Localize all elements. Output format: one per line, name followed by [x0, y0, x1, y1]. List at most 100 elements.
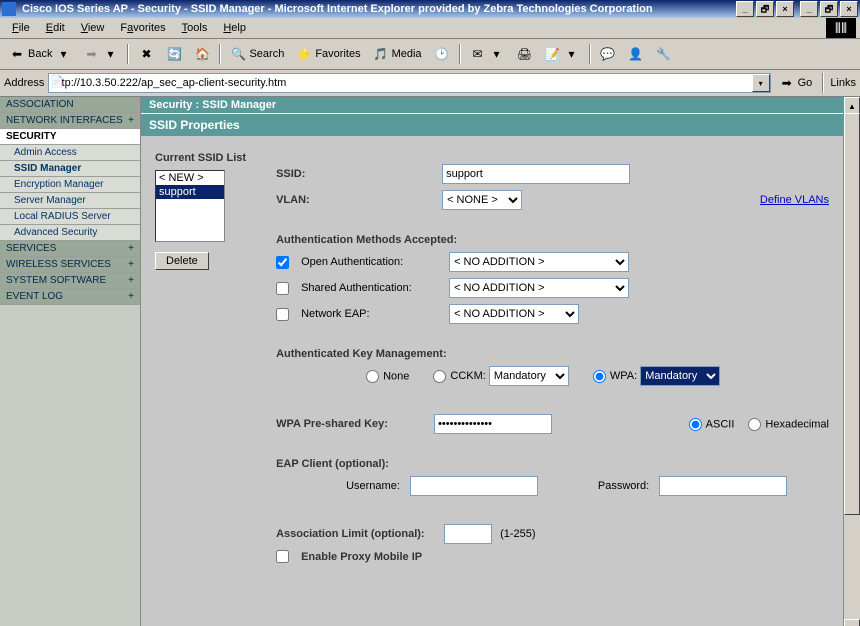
ascii-radio[interactable]: [689, 418, 702, 431]
sidebar-item-network-interfaces[interactable]: NETWORK INTERFACES +: [0, 113, 140, 129]
menu-file[interactable]: File: [4, 20, 38, 36]
ssid-input[interactable]: [442, 164, 630, 184]
restore-button[interactable]: 🗗: [756, 1, 774, 17]
main-content: Security : SSID Manager SSID Properties …: [141, 97, 843, 626]
restore-button-2[interactable]: 🗗: [820, 1, 838, 17]
scroll-thumb[interactable]: [844, 113, 860, 515]
akm-none-radio[interactable]: [366, 370, 379, 383]
sidebar-item-encryption-manager[interactable]: Encryption Manager: [0, 177, 140, 193]
menu-favorites[interactable]: Favorites: [112, 20, 173, 36]
proxy-mobile-checkbox[interactable]: [276, 550, 289, 563]
username-input[interactable]: [410, 476, 538, 496]
shared-auth-label: Shared Authentication:: [301, 282, 441, 294]
search-icon: 🔍: [230, 46, 246, 62]
akm-cckm-radio[interactable]: [433, 370, 446, 383]
define-vlans-link[interactable]: Define VLANs: [760, 194, 829, 206]
akm-cckm-label: CCKM:: [450, 370, 485, 382]
home-button[interactable]: 🏠: [189, 42, 215, 66]
expand-icon: +: [128, 291, 134, 302]
minimize-button[interactable]: _: [736, 1, 754, 17]
menu-view[interactable]: View: [73, 20, 113, 36]
ssid-listbox[interactable]: < NEW > support: [155, 170, 225, 242]
favorites-button[interactable]: ⭐Favorites: [291, 42, 365, 66]
network-eap-select[interactable]: < NO ADDITION >: [449, 304, 579, 324]
sidebar-item-local-radius[interactable]: Local RADIUS Server: [0, 209, 140, 225]
hex-radio[interactable]: [748, 418, 761, 431]
back-button[interactable]: ⬅Back▾: [4, 42, 76, 66]
go-icon: ➡: [779, 75, 795, 91]
open-auth-select[interactable]: < NO ADDITION >: [449, 252, 629, 272]
sidebar-item-services[interactable]: SERVICES+: [0, 241, 140, 257]
sidebar-item-label: Server Manager: [14, 195, 86, 206]
network-eap-label: Network EAP:: [301, 308, 441, 320]
sidebar: ASSOCIATION NETWORK INTERFACES + SECURITY…: [0, 97, 141, 626]
vertical-scrollbar[interactable]: ▲ ▼: [843, 97, 860, 626]
shared-auth-checkbox[interactable]: [276, 282, 289, 295]
history-button[interactable]: 🕑: [429, 42, 455, 66]
stop-button[interactable]: ✖: [133, 42, 159, 66]
sidebar-item-wireless-services[interactable]: WIRELESS SERVICES+: [0, 257, 140, 273]
menu-tools[interactable]: Tools: [174, 20, 216, 36]
sidebar-item-label: NETWORK INTERFACES: [6, 115, 123, 126]
delete-button[interactable]: Delete: [155, 252, 209, 270]
toolbar: ⬅Back▾ ➡▾ ✖ 🔄 🏠 🔍Search ⭐Favorites 🎵Medi…: [0, 39, 860, 70]
vlan-select[interactable]: < NONE >: [442, 190, 522, 210]
current-ssid-list-label: Current SSID List: [155, 152, 246, 164]
address-dropdown[interactable]: ▾: [752, 74, 770, 92]
mail-button[interactable]: ✉▾: [465, 42, 510, 66]
menu-edit[interactable]: Edit: [38, 20, 73, 36]
messenger-icon: 👤: [628, 46, 644, 62]
network-eap-checkbox[interactable]: [276, 308, 289, 321]
sidebar-item-advanced-security[interactable]: Advanced Security: [0, 225, 140, 241]
sidebar-item-label: Encryption Manager: [14, 179, 104, 190]
messenger-button[interactable]: 👤: [623, 42, 649, 66]
hex-label: Hexadecimal: [765, 418, 829, 430]
sidebar-item-label: EVENT LOG: [6, 291, 63, 302]
discuss-icon: 💬: [600, 46, 616, 62]
open-auth-checkbox[interactable]: [276, 256, 289, 269]
links-label[interactable]: Links: [830, 77, 856, 89]
cckm-select[interactable]: Mandatory: [489, 366, 569, 386]
minimize-button-2[interactable]: _: [800, 1, 818, 17]
window-titlebar: Cisco IOS Series AP - Security - SSID Ma…: [0, 0, 860, 18]
sidebar-item-ssid-manager[interactable]: SSID Manager: [0, 161, 140, 177]
akm-wpa-radio[interactable]: [593, 370, 606, 383]
page-icon: 📄: [50, 75, 64, 89]
sidebar-item-event-log[interactable]: EVENT LOG +: [0, 289, 140, 305]
ssid-list-item-selected[interactable]: support: [156, 185, 224, 199]
vlan-label: VLAN:: [276, 194, 336, 206]
scroll-down-button[interactable]: ▼: [844, 619, 860, 626]
forward-button[interactable]: ➡▾: [78, 42, 123, 66]
window-title: Cisco IOS Series AP - Security - SSID Ma…: [18, 3, 734, 15]
shared-auth-select[interactable]: < NO ADDITION >: [449, 278, 629, 298]
akm-none-label: None: [383, 370, 409, 382]
assoc-range-label: (1-255): [500, 528, 535, 540]
password-input[interactable]: [659, 476, 787, 496]
wpa-psk-input[interactable]: [434, 414, 552, 434]
go-button[interactable]: ➡Go: [775, 75, 817, 91]
media-button[interactable]: 🎵Media: [368, 42, 427, 66]
sidebar-item-system-software[interactable]: SYSTEM SOFTWARE+: [0, 273, 140, 289]
print-button[interactable]: 🖨: [512, 42, 538, 66]
address-input[interactable]: [48, 73, 770, 93]
sidebar-item-security[interactable]: SECURITY: [0, 129, 140, 145]
sidebar-item-label: Advanced Security: [14, 227, 97, 238]
search-button[interactable]: 🔍Search: [225, 42, 289, 66]
history-icon: 🕑: [434, 46, 450, 62]
discuss-button[interactable]: 💬: [595, 42, 621, 66]
close-button[interactable]: ×: [776, 1, 794, 17]
sidebar-item-admin-access[interactable]: Admin Access: [0, 145, 140, 161]
expand-icon: +: [128, 115, 134, 126]
sidebar-item-association[interactable]: ASSOCIATION: [0, 97, 140, 113]
ascii-label: ASCII: [706, 418, 735, 430]
extra-button[interactable]: 🔧: [651, 42, 677, 66]
assoc-limit-input[interactable]: [444, 524, 492, 544]
ssid-list-new[interactable]: < NEW >: [156, 171, 224, 185]
refresh-button[interactable]: 🔄: [161, 42, 187, 66]
edit-button[interactable]: 📝▾: [540, 42, 585, 66]
sidebar-item-server-manager[interactable]: Server Manager: [0, 193, 140, 209]
wpa-select[interactable]: Mandatory: [640, 366, 720, 386]
close-button-2[interactable]: ×: [840, 1, 858, 17]
back-arrow-icon: ⬅: [9, 46, 25, 62]
menu-help[interactable]: Help: [215, 20, 254, 36]
